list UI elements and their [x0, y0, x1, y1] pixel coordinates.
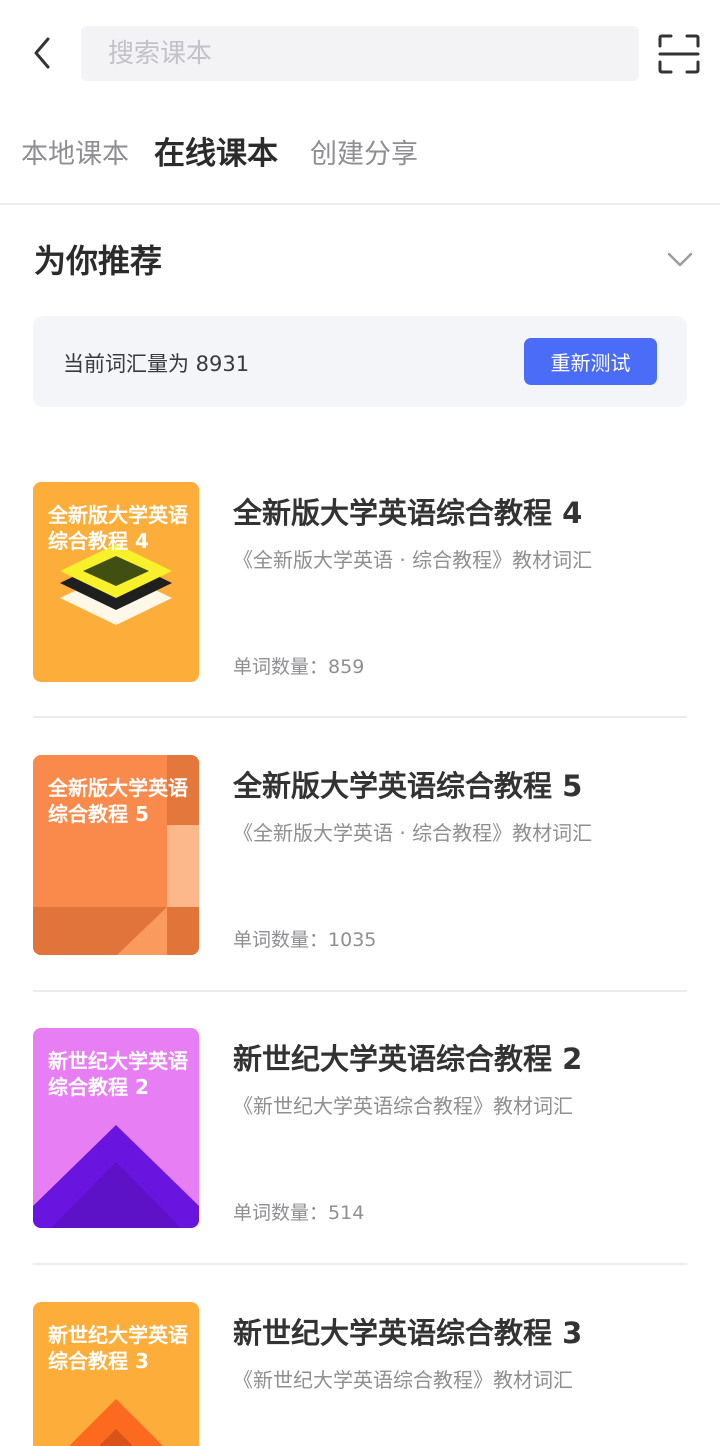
divider — [0, 203, 720, 205]
book-description: 《全新版大学英语 · 综合教程》教材词汇 — [233, 821, 593, 845]
divider — [33, 1263, 687, 1265]
book-cover: 全新版大学英语综合教程 4 — [33, 482, 199, 682]
cover-title: 全新版大学英语综合教程 4 — [48, 503, 188, 553]
book-item[interactable]: 新世纪大学英语综合教程 3 新世纪大学英语综合教程 3 《新世纪大学英语综合教程… — [33, 1302, 687, 1446]
section-header: 为你推荐 — [34, 236, 694, 286]
book-title: 新世纪大学英语综合教程 3 — [233, 1316, 583, 1350]
search-box[interactable] — [81, 26, 639, 81]
book-cover: 全新版大学英语综合教程 5 — [33, 755, 199, 955]
word-count: 单词数量：514 — [233, 1202, 365, 1224]
scan-button[interactable] — [658, 34, 700, 74]
section-title: 为你推荐 — [34, 242, 163, 280]
book-cover: 新世纪大学英语综合教程 3 — [33, 1302, 199, 1446]
cover-title: 新世纪大学英语综合教程 2 — [48, 1049, 188, 1099]
book-description: 《新世纪大学英语综合教程》教材词汇 — [233, 1368, 573, 1392]
back-button[interactable] — [24, 30, 60, 76]
scan-icon — [658, 34, 700, 74]
book-cover: 新世纪大学英语综合教程 2 — [33, 1028, 199, 1228]
vocabulary-card: 当前词汇量为 8931 重新测试 — [33, 316, 687, 407]
book-item[interactable]: 全新版大学英语综合教程 5 全新版大学英语综合教程 5 《全新版大学英语 · 综… — [33, 755, 687, 955]
tab-online-textbooks[interactable]: 在线课本 — [154, 128, 278, 173]
book-title: 全新版大学英语综合教程 4 — [233, 496, 583, 530]
divider — [33, 716, 687, 718]
chevron-down-icon — [667, 252, 693, 267]
book-title: 全新版大学英语综合教程 5 — [233, 769, 583, 803]
retest-button[interactable]: 重新测试 — [524, 338, 657, 385]
book-description: 《新世纪大学英语综合教程》教材词汇 — [233, 1094, 573, 1118]
tab-local-textbooks[interactable]: 本地课本 — [21, 132, 129, 171]
top-bar — [0, 0, 720, 108]
cover-title: 新世纪大学英语综合教程 3 — [48, 1323, 188, 1373]
book-item[interactable]: 新世纪大学英语综合教程 2 新世纪大学英语综合教程 2 《新世纪大学英语综合教程… — [33, 1028, 687, 1228]
collapse-toggle[interactable] — [666, 246, 694, 274]
cover-title: 全新版大学英语综合教程 5 — [48, 776, 188, 826]
word-count: 单词数量：859 — [233, 656, 365, 678]
tab-create-share[interactable]: 创建分享 — [310, 132, 418, 171]
book-title: 新世纪大学英语综合教程 2 — [233, 1042, 583, 1076]
book-item[interactable]: 全新版大学英语综合教程 4 全新版大学英语综合教程 4 《全新版大学英语 · 综… — [33, 482, 687, 682]
vocabulary-size-text: 当前词汇量为 8931 — [63, 352, 250, 376]
tab-bar: 本地课本 在线课本 创建分享 — [0, 118, 720, 182]
chevron-left-icon — [34, 37, 50, 69]
word-count: 单词数量：1035 — [233, 929, 377, 951]
search-input[interactable] — [108, 38, 639, 69]
divider — [33, 990, 687, 992]
book-description: 《全新版大学英语 · 综合教程》教材词汇 — [233, 548, 593, 572]
